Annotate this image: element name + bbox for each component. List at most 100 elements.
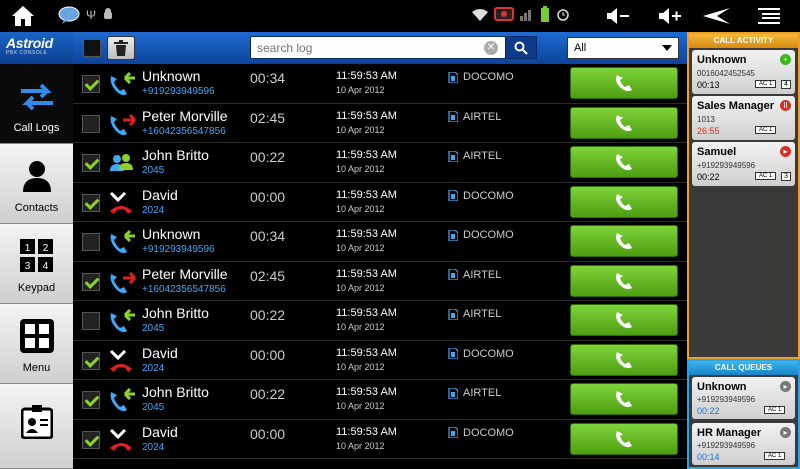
volume-down-icon[interactable] [605,6,631,31]
call-log-row[interactable]: John Britto 2045 00:22 11:59:53 AM 10 Apr 20… [73,380,687,420]
chevron-down-icon [662,45,672,51]
call-time: 11:59:53 AM [336,346,397,359]
search-button[interactable] [505,36,537,59]
call-state-icon[interactable]: ▸ [780,146,791,157]
outgoing-call-icon [107,268,137,296]
call-log-row[interactable]: David 2024 00:00 11:59:53 AM 10 Apr 2012 DOCO… [73,341,687,380]
svg-text:2: 2 [42,243,48,254]
log-toolbar: ✕ All [73,32,687,64]
operator: DOCOMO [448,229,514,241]
call-log-row[interactable]: David 2024 00:00 11:59:53 AM 10 Apr 2012 DOCO… [73,420,687,459]
incoming-call-icon [107,228,137,256]
queued-call-card[interactable]: HR Manager +919293949596 00:14 ▸ AC 1 [692,423,795,465]
active-call-card[interactable]: Unknown 0016042452545 00:13 + AC 1 4 [692,50,795,94]
call-activity-title: CALL ACTIVITY [689,34,798,48]
nav-keypad[interactable]: 1 2 3 4 Keypad [0,224,73,304]
pickup-arrow-icon[interactable]: ▸ [780,381,791,392]
pickup-arrow-icon[interactable]: ▸ [780,427,791,438]
call-log-row[interactable]: Peter Morville +16042356547856 02:45 11:59:… [73,262,687,301]
missed-call-icon [107,426,137,454]
call-duration: 00:22 [250,307,286,323]
row-checkbox[interactable] [82,193,100,212]
call-date: 10 Apr 2012 [336,243,385,253]
row-checkbox[interactable] [82,391,100,409]
caller-number: 2024 [142,441,165,453]
row-checkbox[interactable] [82,233,100,251]
call-date: 10 Apr 2012 [336,164,385,174]
active-call-card[interactable]: Sales Manager 1013 26:55 II AC 1 [692,96,795,140]
search-input[interactable] [251,37,481,58]
call-back-button[interactable] [570,67,678,99]
call-back-button[interactable] [570,383,678,415]
row-checkbox[interactable] [82,114,100,133]
row-checkbox[interactable] [82,75,100,93]
call-log-row[interactable]: Peter Morville +16042356547856 02:45 11:59:… [73,104,687,143]
volume-up-icon[interactable] [657,6,683,31]
row-checkbox[interactable] [82,351,100,370]
call-back-button[interactable] [570,304,678,336]
back-icon[interactable] [703,8,731,29]
home-icon[interactable] [10,5,36,27]
queued-call-card[interactable]: Unknown +919293949596 00:22 ▸ AC 1 [692,377,795,419]
caller-name: John Britto [142,147,209,163]
call-log-row[interactable]: Unknown +919293949596 00:34 11:59:53 AM 10 A… [73,222,687,262]
nav-call-logs[interactable]: Call Logs [0,64,73,144]
call-log-row[interactable]: John Britto 2045 00:22 11:59:53 AM 10 Apr 20… [73,301,687,341]
nav-id-card[interactable] [0,384,73,469]
caller-number: 2024 [142,362,165,374]
call-back-button[interactable] [570,185,678,218]
row-checkbox[interactable] [82,154,100,172]
participant-count: 3 [781,172,791,181]
call-state-icon[interactable]: II [780,100,791,111]
operator-name: DOCOMO [463,189,514,202]
caller-number: 2045 [142,323,165,334]
select-all-checkbox[interactable] [83,39,101,57]
delete-button[interactable] [107,36,135,60]
operator: DOCOMO [448,71,514,83]
operator: DOCOMO [448,348,514,360]
operator: AIRTEL [448,269,501,281]
call-duration: 02:45 [250,267,286,284]
call-back-button[interactable] [570,343,678,376]
conference-call-icon [107,149,137,177]
operator-name: AIRTEL [463,308,502,320]
queued-call-name: Unknown [697,381,747,393]
clear-search-icon[interactable]: ✕ [484,41,498,55]
call-back-button[interactable] [570,146,678,178]
menu-icon[interactable] [758,6,780,31]
call-back-button[interactable] [570,106,678,139]
call-duration: 00:00 [250,346,286,363]
queued-call-name: HR Manager [697,427,762,439]
caller-name: Unknown [142,68,201,84]
row-checkbox[interactable] [82,312,100,330]
row-checkbox[interactable] [82,272,100,291]
active-call-number: 1013 [697,115,715,124]
call-back-button[interactable] [570,264,678,297]
call-queues-panel: CALL QUEUES Unknown +919293949596 00:22 ▸ AC… [687,359,800,469]
caller-number: +16042356547856 [142,125,226,137]
operator: AIRTEL [448,111,501,123]
call-date: 10 Apr 2012 [336,85,385,95]
usb-icon: Ψ [86,8,97,22]
call-state-icon[interactable]: + [780,54,791,65]
call-date: 10 Apr 2012 [336,361,385,372]
call-log-row[interactable]: David 2024 00:00 11:59:53 AM 10 Apr 2012 DOCO… [73,183,687,222]
signal-icon [520,7,534,26]
call-back-button[interactable] [570,225,678,257]
active-call-card[interactable]: Samuel +919293949596 00:22 ▸ AC 1 3 [692,142,795,186]
nav-contacts[interactable]: Contacts [0,144,73,224]
sim-card-icon [448,190,458,201]
call-log-row[interactable]: Unknown +919293949596 00:34 11:59:53 AM 10 A… [73,64,687,104]
call-time: 11:59:53 AM [336,425,397,438]
call-back-button[interactable] [570,422,678,455]
operator: DOCOMO [448,190,514,202]
nav-menu[interactable]: Menu [0,304,73,384]
incoming-call-icon [107,70,137,98]
queued-call-number: +919293949596 [697,441,756,450]
call-log-row[interactable]: John Britto 2045 00:22 11:59:53 AM 10 Apr 20… [73,143,687,183]
svg-text:4: 4 [42,261,48,272]
filter-select[interactable]: All [567,37,679,59]
nav-menu-label: Menu [22,362,51,374]
row-checkbox[interactable] [82,430,100,449]
caller-number: +919293949596 [142,244,215,255]
